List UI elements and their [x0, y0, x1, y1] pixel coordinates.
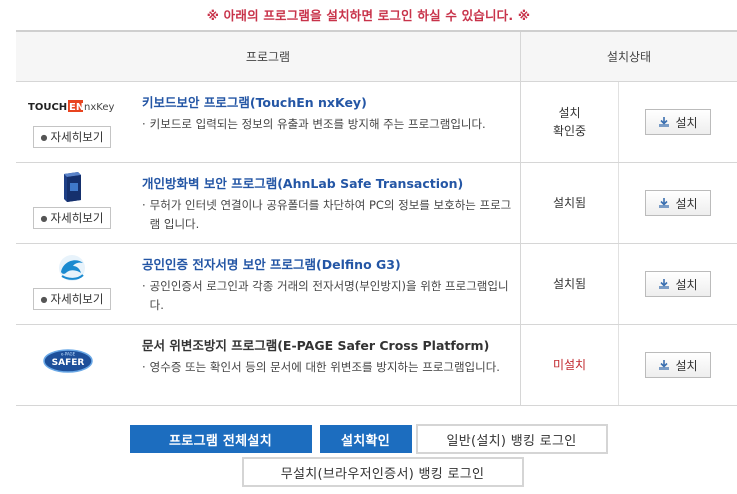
svg-text:TOUCH: TOUCH — [28, 102, 67, 113]
noinstall-login-button[interactable]: 무설치(브라우저인증서) 뱅킹 로그인 — [241, 457, 524, 487]
program-description: 공인인증서 로그인과 각종 거래의 전자서명(부인방지)을 위한 프로그램입니다… — [149, 279, 509, 312]
delfino-dolphin-icon — [56, 252, 88, 284]
svg-text:e-PAGE: e-PAGE — [61, 352, 76, 357]
general-login-button[interactable]: 일반(설치) 뱅킹 로그인 — [415, 424, 608, 454]
description-cell: 문서 위변조방지 프로그램(E-PAGE Safer Cross Platfor… — [128, 325, 521, 405]
program-title: 공인인증 전자서명 보안 프로그램(Delfino G3) — [142, 257, 401, 272]
program-title: 키보드보안 프로그램(TouchEn nxKey) — [142, 95, 367, 110]
program-title: 문서 위변조방지 프로그램(E-PAGE Safer Cross Platfor… — [142, 338, 490, 353]
detail-button-ahnlab[interactable]: ● 자세히보기 — [33, 207, 111, 229]
description-cell: 공인인증 전자서명 보안 프로그램(Delfino G3) · 공인인증서 로그인… — [128, 244, 521, 324]
program-description: 무허가 인터넷 연결이나 공유폴더를 차단하여 PC의 정보를 보호하는 프로그… — [149, 198, 512, 231]
ahnlab-box-icon — [60, 171, 84, 203]
install-status: 설치 확인중 — [521, 82, 619, 162]
logo-cell: ● 자세히보기 — [16, 244, 128, 324]
logo-cell: TOUCH EN nxKey ● 자세히보기 — [16, 82, 128, 162]
install-icon — [659, 117, 670, 127]
svg-text:nxKey: nxKey — [84, 102, 114, 113]
program-description: 영수증 또는 확인서 등의 문서에 대한 위변조를 방지하는 프로그램입니다. — [149, 360, 500, 374]
program-row-ahnlab: ● 자세히보기 개인방화벽 보안 프로그램(AhnLab Safe Transac… — [16, 163, 737, 244]
header-status: 설치상태 — [606, 50, 652, 64]
svg-text:EN: EN — [69, 102, 84, 113]
install-button-delfino[interactable]: 설치 — [645, 271, 711, 297]
logo-cell: ● 자세히보기 — [16, 163, 128, 243]
install-status: 설치됨 — [521, 244, 619, 324]
install-button-ahnlab[interactable]: 설치 — [645, 190, 711, 216]
detail-button-delfino[interactable]: ● 자세히보기 — [33, 288, 111, 310]
logo-cell: e-PAGE SAFER — [16, 325, 128, 405]
install-button-touchen[interactable]: 설치 — [645, 109, 711, 135]
description-cell: 개인방화벽 보안 프로그램(AhnLab Safe Transaction) ·… — [128, 163, 521, 243]
program-row-touchen: TOUCH EN nxKey ● 자세히보기 키보드보안 프로그램(TouchEn… — [16, 82, 737, 163]
install-icon — [659, 360, 670, 370]
program-description: 키보드로 입력되는 정보의 유출과 변조를 방지해 주는 프로그램입니다. — [149, 117, 486, 131]
program-row-delfino: ● 자세히보기 공인인증 전자서명 보안 프로그램(Delfino G3) · 공인… — [16, 244, 737, 325]
header-program: 프로그램 — [16, 32, 521, 81]
program-row-epage: e-PAGE SAFER 문서 위변조방지 프로그램(E-PAGE Safer … — [16, 325, 737, 406]
detail-button-touchen[interactable]: ● 자세히보기 — [33, 126, 111, 148]
epage-safer-logo: e-PAGE SAFER — [42, 345, 102, 377]
svg-text:SAFER: SAFER — [52, 358, 85, 368]
touchen-nxkey-logo: TOUCH EN nxKey — [28, 90, 116, 122]
program-title: 개인방화벽 보안 프로그램(AhnLab Safe Transaction) — [142, 176, 464, 191]
description-cell: 키보드보안 프로그램(TouchEn nxKey) · 키보드로 입력되는 정보의… — [128, 82, 521, 162]
table-header: 프로그램 설치상태 — [16, 32, 737, 82]
program-table: 프로그램 설치상태 TOUCH EN nxKey ● 자세히보기 키보드보안 프로… — [16, 30, 737, 406]
install-notice: ※ 아래의 프로그램을 설치하면 로그인 하실 수 있습니다. ※ — [206, 8, 531, 23]
check-install-button[interactable]: 설치확인 — [319, 425, 412, 453]
action-buttons: 프로그램 전체설치 설치확인 일반(설치) 뱅킹 로그인 무설치(브라우저인증서… — [0, 424, 737, 487]
install-status: 미설치 — [521, 325, 619, 405]
install-status: 설치됨 — [521, 163, 619, 243]
install-button-epage[interactable]: 설치 — [645, 352, 711, 378]
install-icon — [659, 279, 670, 289]
install-all-button[interactable]: 프로그램 전체설치 — [129, 425, 312, 453]
install-icon — [659, 198, 670, 208]
